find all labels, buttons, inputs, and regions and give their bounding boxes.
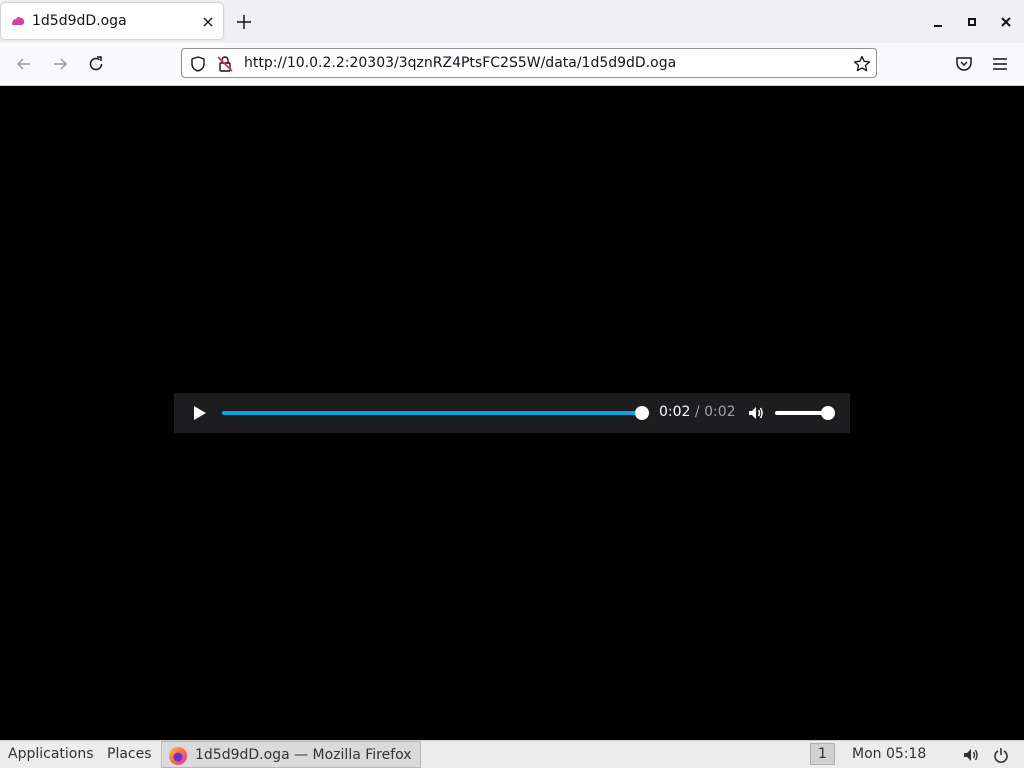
workspace-switcher[interactable]: 1	[810, 743, 835, 765]
page-content: 0:02 / 0:02	[0, 86, 1024, 740]
places-menu[interactable]: Places	[107, 746, 152, 762]
back-arrow-icon[interactable]	[14, 54, 34, 74]
plus-icon[interactable]	[234, 12, 254, 32]
applications-menu[interactable]: Applications	[8, 746, 94, 762]
tab-title: 1d5d9dD.oga	[32, 13, 127, 29]
time-display: 0:02 / 0:02	[659, 404, 736, 420]
firefox-icon	[168, 746, 188, 766]
pocket-icon[interactable]	[954, 54, 974, 74]
duration: 0:02	[704, 404, 736, 420]
close-window-icon[interactable]	[997, 13, 1015, 31]
progress-handle[interactable]	[635, 406, 649, 420]
star-icon[interactable]	[853, 55, 871, 73]
shield-icon[interactable]	[189, 55, 207, 73]
close-icon[interactable]	[200, 14, 216, 30]
volume-handle[interactable]	[821, 406, 835, 420]
minimize-icon[interactable]	[929, 13, 947, 31]
clock[interactable]: Mon 05:18	[852, 746, 926, 762]
navigation-toolbar: http://10.0.2.2:20303/3qznRZ4PtsFC2S5W/d…	[0, 43, 1024, 86]
play-icon[interactable]	[191, 404, 209, 422]
taskbar-window-label: 1d5d9dD.oga — Mozilla Firefox	[195, 747, 412, 763]
tab-active[interactable]: 1d5d9dD.oga	[1, 3, 223, 39]
maximize-icon[interactable]	[963, 13, 981, 31]
tab-strip: 1d5d9dD.oga	[0, 0, 1024, 43]
audio-player: 0:02 / 0:02	[174, 393, 850, 433]
reload-icon[interactable]	[86, 54, 106, 74]
forward-arrow-icon[interactable]	[50, 54, 70, 74]
progress-bar[interactable]	[222, 411, 642, 415]
desktop-taskbar: Applications Places 1d5d9dD.oga — Mozill…	[0, 740, 1024, 768]
time-separator: /	[694, 404, 700, 420]
current-time: 0:02	[659, 404, 691, 420]
hamburger-menu-icon[interactable]	[990, 54, 1010, 74]
power-icon[interactable]	[992, 746, 1010, 764]
url-bar[interactable]: http://10.0.2.2:20303/3qznRZ4PtsFC2S5W/d…	[181, 48, 877, 78]
taskbar-window-button[interactable]: 1d5d9dD.oga — Mozilla Firefox	[161, 741, 421, 768]
url-text: http://10.0.2.2:20303/3qznRZ4PtsFC2S5W/d…	[244, 55, 677, 71]
speaker-icon[interactable]	[747, 404, 765, 422]
insecure-lock-icon[interactable]	[216, 55, 234, 73]
audio-file-icon	[11, 15, 25, 27]
volume-icon[interactable]	[962, 746, 980, 764]
